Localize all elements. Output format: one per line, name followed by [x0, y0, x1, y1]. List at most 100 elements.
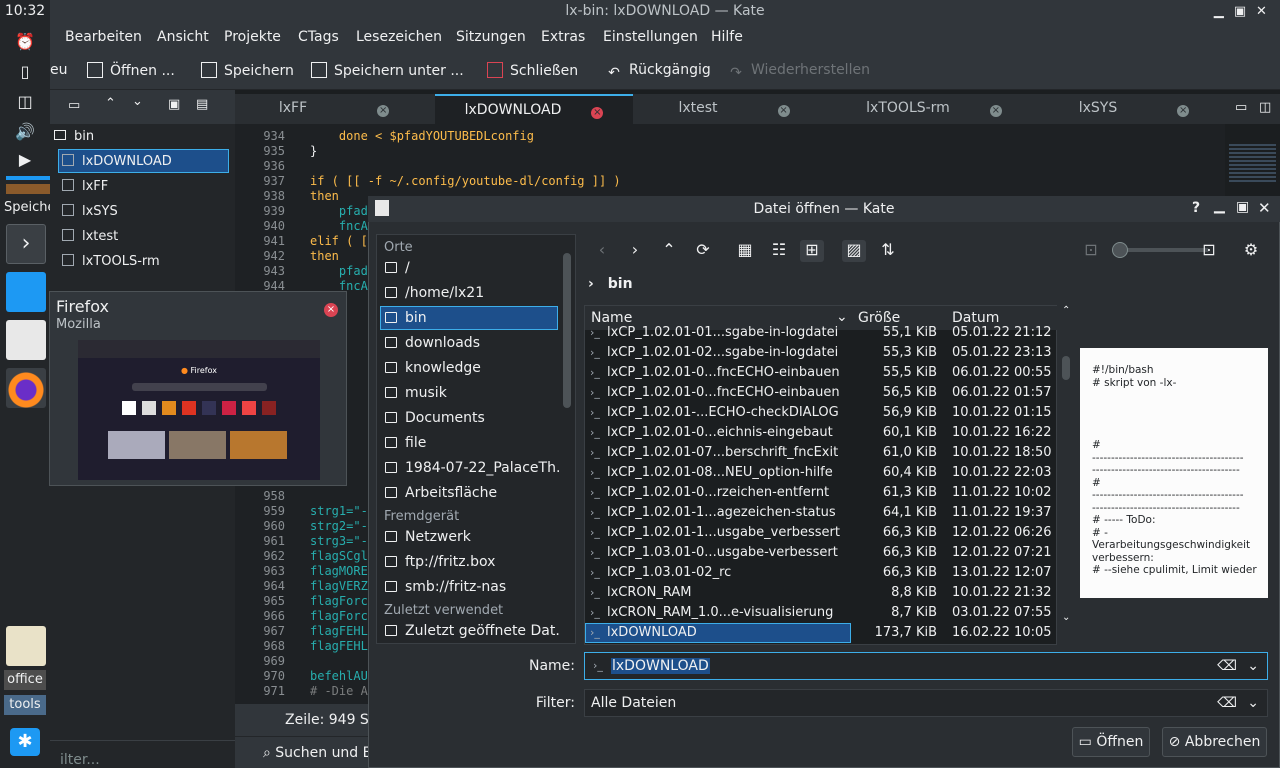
- save-all-icon[interactable]: ▤: [196, 97, 208, 112]
- split-view-icon[interactable]: ◫: [1259, 100, 1271, 115]
- menu-extras[interactable]: Extras: [541, 29, 585, 45]
- breadcrumb[interactable]: › bin: [588, 276, 633, 292]
- save-button[interactable]: Speichern: [201, 62, 294, 79]
- dialog-minimize-icon[interactable]: ▁: [1214, 198, 1225, 214]
- redo-button[interactable]: ↷ Wiederherstellen: [728, 62, 870, 81]
- expand-arrow-icon[interactable]: ▶: [12, 150, 38, 172]
- tree-item-lxdownload[interactable]: lxDOWNLOAD: [62, 149, 172, 174]
- file-row[interactable]: ›_ lxCP_1.02.01-01...sgabe-in-logdatei 55,…: [585, 323, 1057, 343]
- place-downloads[interactable]: downloads: [385, 331, 560, 355]
- menu-hilfe[interactable]: Hilfe: [711, 29, 743, 45]
- menu-ansicht[interactable]: Ansicht: [157, 29, 209, 45]
- file-row[interactable]: ›_ lxCP_1.02.01-1...usgabe_verbessert 66,3…: [585, 523, 1057, 543]
- zoom-slider-handle[interactable]: [1112, 242, 1128, 258]
- tab-lxtools-rm[interactable]: lxTOOLS-rm ×: [835, 94, 1033, 124]
- file-row[interactable]: ›_ lxCP_1.02.01-0...eichnis-eingebaut 60,1…: [585, 423, 1057, 443]
- icon-view-icon[interactable]: ▦: [733, 240, 757, 262]
- file-row[interactable]: ›_ lxCP_1.02.01-...ECHO-checkDIALOG 56,9 K…: [585, 403, 1057, 423]
- tree-item-lxtools-rm[interactable]: lxTOOLS-rm: [62, 249, 160, 274]
- place-network[interactable]: Netzwerk: [385, 525, 560, 549]
- clock[interactable]: 10:32: [0, 3, 50, 19]
- notification-icon[interactable]: ⏰: [12, 32, 38, 54]
- folder-icon[interactable]: [6, 272, 46, 312]
- office-button[interactable]: office: [4, 670, 46, 690]
- up-arrow-icon[interactable]: ⌃: [105, 96, 116, 111]
- filename-input[interactable]: ›_ lxDOWNLOAD ⌫ ⌄: [584, 652, 1268, 680]
- places-scrollbar[interactable]: [563, 253, 571, 408]
- clear-name-icon[interactable]: ⌫: [1217, 653, 1237, 679]
- filter-combobox[interactable]: Alle Dateien ⌫ ⌄: [584, 689, 1268, 717]
- file-row[interactable]: ›_ lxCRON_RAM 8,8 KiB 10.01.22 21:32: [585, 583, 1057, 603]
- place-musik[interactable]: musik: [385, 381, 560, 405]
- place-bin[interactable]: bin: [385, 306, 560, 330]
- maximize-icon[interactable]: ▣: [1234, 4, 1252, 19]
- menu-lesezeichen[interactable]: Lesezeichen: [356, 29, 442, 45]
- cancel-button[interactable]: ⊘ Abbrechen: [1162, 727, 1267, 757]
- tab-lxff[interactable]: lxFF ×: [235, 94, 433, 124]
- device-icon[interactable]: ◫: [12, 92, 38, 114]
- filter-dropdown-icon[interactable]: ⌄: [1247, 690, 1259, 716]
- options-icon[interactable]: ⚙: [1239, 240, 1263, 262]
- back-icon[interactable]: ‹: [590, 240, 614, 262]
- down-arrow-icon[interactable]: ⌄: [132, 94, 143, 109]
- zoom-in-icon[interactable]: ⊡: [1197, 240, 1221, 262]
- place-documents[interactable]: Documents: [385, 406, 560, 430]
- file-row[interactable]: ›_ lxDOWNLOAD 173,7 KiB 16.02.22 10:05: [585, 623, 1057, 643]
- kde-menu-icon[interactable]: ✱: [10, 728, 40, 756]
- tools-button[interactable]: tools: [4, 695, 46, 715]
- office-app-icon[interactable]: [6, 626, 46, 666]
- undo-button[interactable]: ↶ Rückgängig: [606, 62, 711, 81]
- file-list-scrollbar[interactable]: ⌃ ⌄: [1059, 305, 1073, 645]
- tree-item-lxtest[interactable]: lxtest: [62, 224, 118, 249]
- file-row[interactable]: ›_ lxCP_1.02.01-0...fncECHO-einbauen 56,5 …: [585, 383, 1057, 403]
- name-dropdown-icon[interactable]: ⌄: [1247, 653, 1259, 679]
- preview-toggle-icon[interactable]: ▨: [842, 240, 866, 262]
- file-row[interactable]: ›_ lxCP_1.02.01-0...rzeichen-entfernt 61,3…: [585, 483, 1057, 503]
- menu-sitzungen[interactable]: Sitzungen: [456, 29, 526, 45]
- terminal-icon[interactable]: ›: [6, 224, 46, 264]
- close-tab-icon[interactable]: ×: [989, 105, 1002, 117]
- compact-view-icon[interactable]: ☷: [767, 240, 791, 262]
- file-row[interactable]: ›_ lxCRON_RAM_1.0...e-visualisierung 8,7 K…: [585, 603, 1057, 623]
- help-icon[interactable]: ?: [1192, 200, 1200, 216]
- close-doc-button[interactable]: Schließen: [487, 62, 578, 79]
- dialog-close-icon[interactable]: ✕: [1258, 199, 1271, 217]
- firefox-thumbnail[interactable]: ● Firefox: [78, 340, 320, 480]
- close-icon[interactable]: ✕: [1256, 4, 1274, 19]
- place-file[interactable]: file: [385, 431, 560, 455]
- zoom-slider[interactable]: [1119, 248, 1209, 252]
- clipboard-icon[interactable]: ▯: [12, 62, 38, 84]
- close-tab-icon[interactable]: ×: [377, 105, 390, 117]
- firefox-icon[interactable]: [6, 368, 46, 408]
- up-icon[interactable]: ⌃: [657, 240, 681, 262]
- cursor-position[interactable]: Zeile: 949 Sp: [285, 712, 378, 728]
- new-tab-icon[interactable]: ▭: [1235, 100, 1247, 115]
- place-recent[interactable]: Zuletzt geöffnete Dat...: [385, 619, 560, 643]
- file-row[interactable]: ›_ lxCP_1.02.01-02...sgabe-in-logdatei 55,…: [585, 343, 1057, 363]
- sort-icon[interactable]: ⇅: [876, 240, 900, 262]
- tree-filter-input[interactable]: ilter...: [50, 740, 235, 768]
- save-icon[interactable]: ▣: [168, 97, 180, 112]
- file-row[interactable]: ›_ lxCP_1.03.01-02_rc 66,3 KiB 13.01.22 12:…: [585, 563, 1057, 583]
- forward-icon[interactable]: ›: [623, 240, 647, 262]
- save-as-button[interactable]: Speichern unter ...: [311, 62, 464, 79]
- close-tab-icon[interactable]: ×: [591, 107, 604, 119]
- file-row[interactable]: ›_ lxCP_1.03.01-0...usgabe-verbessert 66,3…: [585, 543, 1057, 563]
- place-root[interactable]: /: [385, 256, 560, 280]
- text-editor-icon[interactable]: [6, 320, 46, 360]
- close-tab-icon[interactable]: ×: [777, 105, 790, 117]
- file-row[interactable]: ›_ lxCP_1.02.01-07...berschrift_fncExit 61…: [585, 443, 1057, 463]
- tab-lxsys[interactable]: lxSYS ×: [1035, 94, 1233, 124]
- new-button[interactable]: eu: [50, 62, 68, 78]
- close-tab-icon[interactable]: ×: [1177, 105, 1190, 117]
- clear-filter-icon[interactable]: ⌫: [1217, 690, 1237, 716]
- menu-einstellungen[interactable]: Einstellungen: [603, 29, 698, 45]
- dialog-maximize-icon[interactable]: ▣: [1236, 199, 1249, 215]
- minimize-icon[interactable]: ▁: [1214, 4, 1230, 19]
- open-dialog-button[interactable]: ▭ Öffnen: [1072, 727, 1150, 757]
- place-ftp[interactable]: ftp://fritz.box: [385, 550, 560, 574]
- file-row[interactable]: ›_ lxCP_1.02.01-1...agezeichen-status 64,1…: [585, 503, 1057, 523]
- tab-lxtest[interactable]: lxtest ×: [635, 94, 833, 124]
- tab-lxdownload[interactable]: lxDOWNLOAD ×: [435, 94, 633, 124]
- tree-folder-bin[interactable]: bin: [54, 124, 94, 149]
